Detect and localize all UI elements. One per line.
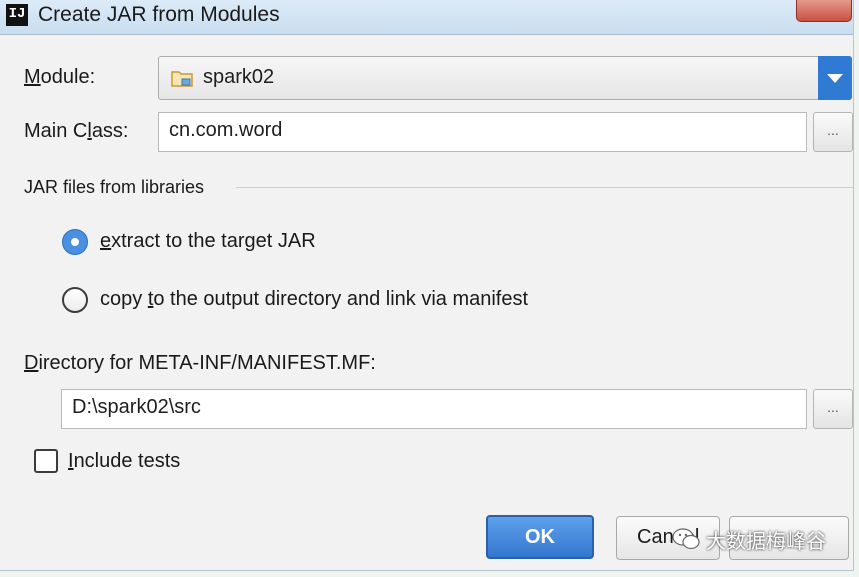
copy-option-label[interactable]: copy to the output directory and link vi… bbox=[100, 288, 528, 311]
manifest-dir-label: Directory for META-INF/MANIFEST.MF: bbox=[24, 352, 376, 375]
dialog-title: Create JAR from Modules bbox=[38, 3, 280, 26]
module-value: spark02 bbox=[203, 66, 275, 88]
main-class-label: Main Class: bbox=[24, 120, 129, 143]
main-class-input[interactable]: cn.com.word bbox=[158, 112, 807, 152]
copy-radio[interactable] bbox=[62, 287, 88, 313]
watermark: 大数据梅峰谷 bbox=[672, 522, 826, 556]
extract-option-mnemonic: e bbox=[100, 230, 112, 252]
main-class-label-suffix: ass: bbox=[91, 120, 129, 142]
module-label-text: odule: bbox=[40, 66, 96, 88]
title-bar: IJ Create JAR from Modules bbox=[0, 0, 853, 35]
chevron-down-icon[interactable] bbox=[818, 56, 852, 100]
extract-option-label[interactable]: extract to the target JAR bbox=[100, 230, 316, 253]
section-divider bbox=[236, 187, 853, 188]
copy-option-suffix: o the output directory and link via mani… bbox=[153, 288, 529, 310]
extract-radio[interactable] bbox=[62, 229, 88, 255]
module-label: Module: bbox=[24, 66, 95, 89]
module-select[interactable]: spark02 bbox=[158, 56, 852, 100]
include-tests-label[interactable]: Include tests bbox=[68, 450, 180, 473]
manifest-browse-button[interactable]: ... bbox=[813, 389, 853, 429]
extract-option-text: xtract to the target JAR bbox=[111, 230, 316, 252]
libraries-section-title: JAR files from libraries bbox=[24, 177, 205, 197]
manifest-label-text: irectory for META-INF/MANIFEST.MF: bbox=[38, 352, 376, 374]
close-button[interactable] bbox=[796, 0, 852, 22]
wechat-icon bbox=[672, 528, 700, 550]
manifest-dir-input[interactable]: D:\spark02\src bbox=[61, 389, 807, 429]
module-label-mnemonic: M bbox=[24, 66, 41, 88]
watermark-text: 大数据梅峰谷 bbox=[706, 530, 826, 553]
copy-option-prefix: copy bbox=[100, 288, 148, 310]
module-folder-icon bbox=[171, 71, 193, 87]
manifest-label-mnemonic: D bbox=[24, 352, 39, 374]
main-class-browse-button[interactable]: ... bbox=[813, 112, 853, 152]
include-tests-text: nclude tests bbox=[73, 450, 181, 472]
include-tests-checkbox[interactable] bbox=[34, 449, 58, 473]
dialog-window: IJ Create JAR from Modules Module: spark… bbox=[0, 0, 854, 571]
ok-button[interactable]: OK bbox=[486, 515, 594, 559]
main-class-label-prefix: Main C bbox=[24, 120, 88, 142]
intellij-icon: IJ bbox=[6, 4, 28, 26]
